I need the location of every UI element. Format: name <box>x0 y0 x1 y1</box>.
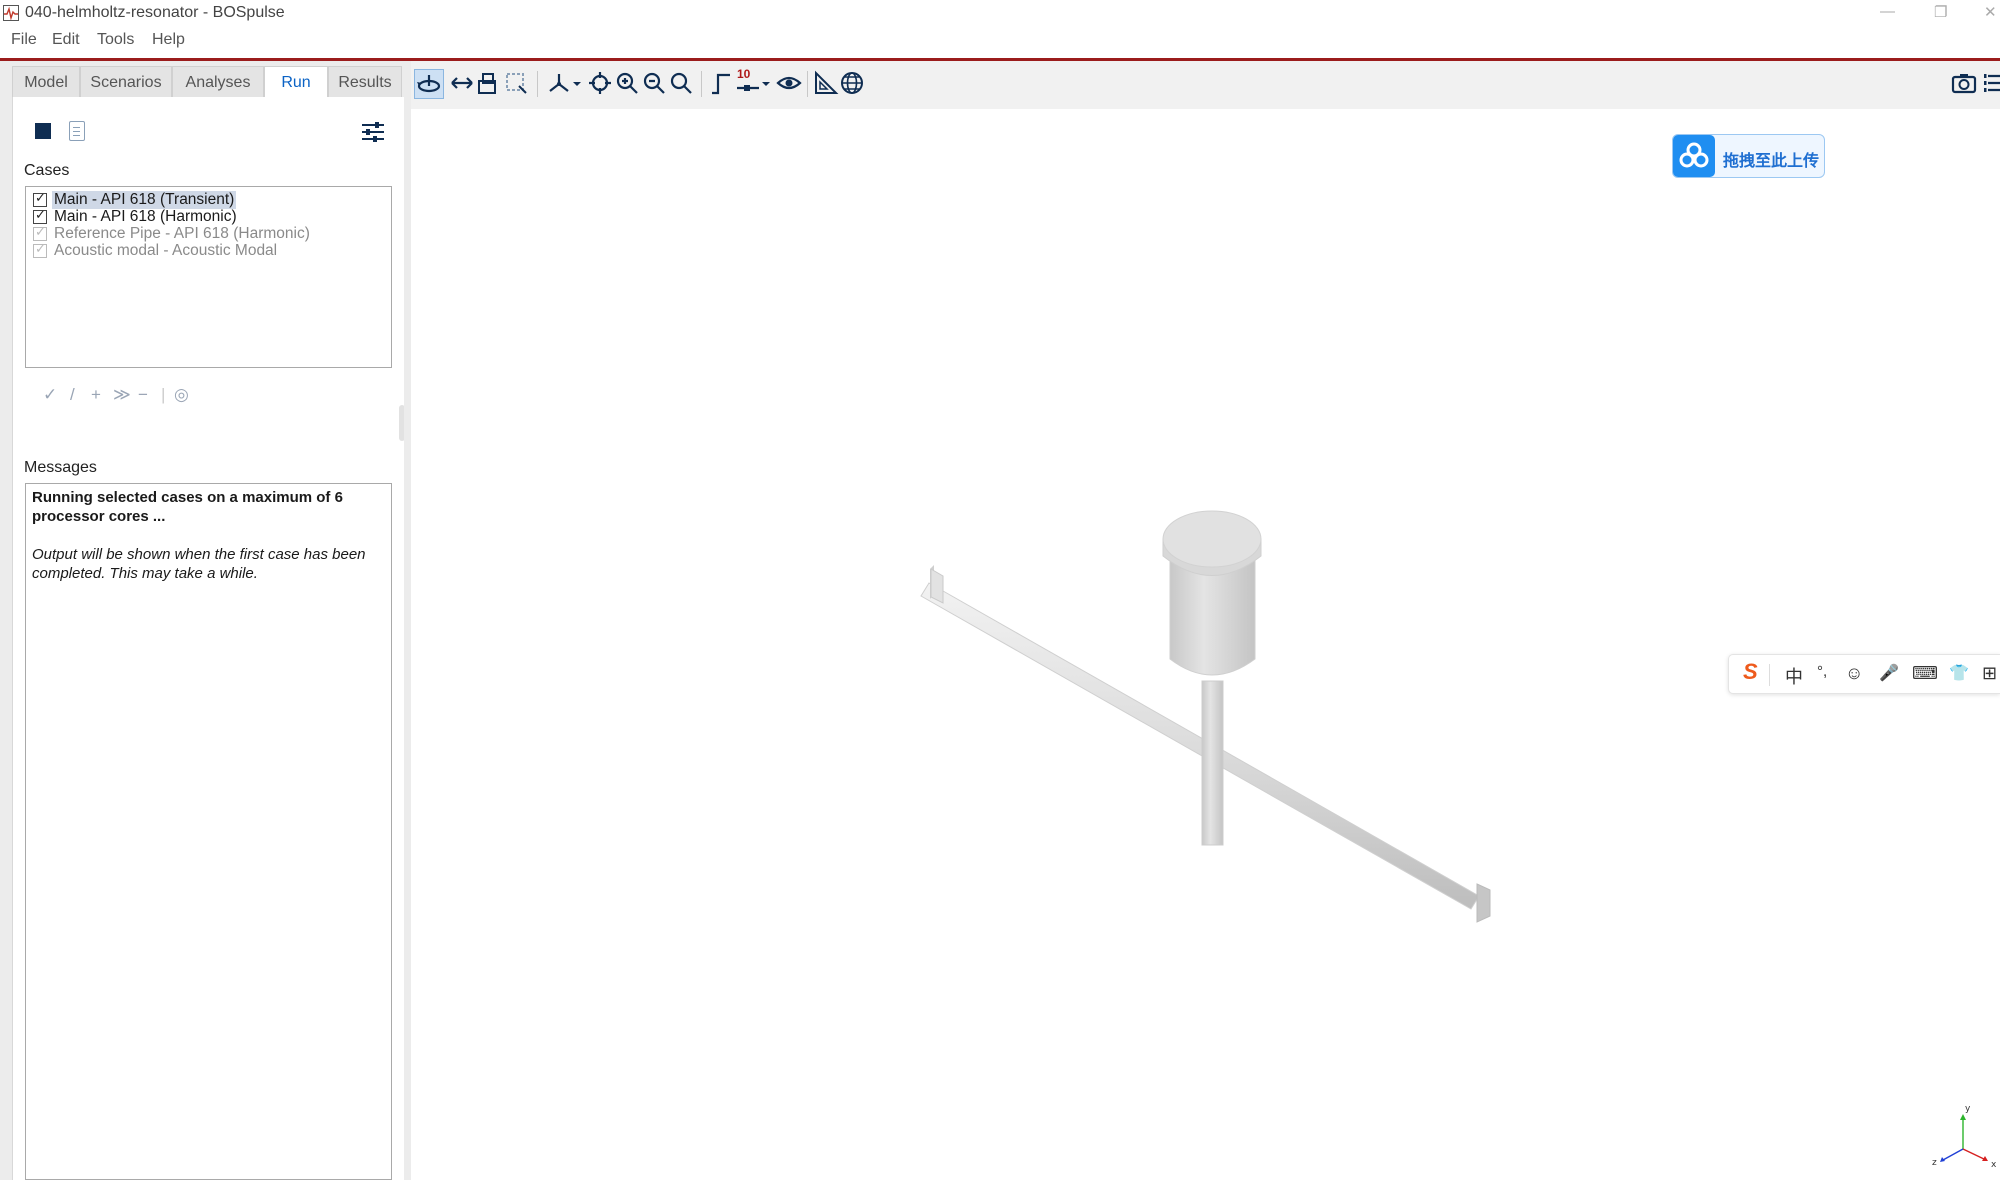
menu-edit[interactable]: Edit <box>52 31 80 49</box>
zoom-search-icon[interactable] <box>667 69 697 99</box>
ime-skin-icon[interactable]: 👕 <box>1949 663 1969 683</box>
ime-separator <box>1769 664 1770 686</box>
log-document-icon[interactable] <box>69 121 85 141</box>
y-axis-label: y <box>1965 1104 1971 1114</box>
window-title: 040-helmholtz-resonator - BOSpulse <box>25 4 285 21</box>
x-axis-label: x <box>1991 1160 1997 1168</box>
rotate-view-icon[interactable] <box>414 69 444 99</box>
cases-list: Main - API 618 (Transient) Main - API 61… <box>25 186 392 368</box>
globe-icon[interactable] <box>838 69 868 99</box>
ime-logo-icon[interactable]: S <box>1743 659 1758 685</box>
ime-emoji-icon[interactable]: ☺ <box>1845 663 1863 684</box>
edit-case-icon[interactable]: / <box>70 385 75 405</box>
menu-bar: File Edit Tools Help <box>0 28 2000 61</box>
tab-results[interactable]: Results <box>328 66 402 97</box>
menu-file[interactable]: File <box>11 31 37 49</box>
tab-bar: Model Scenarios Analyses Run Results <box>12 66 402 97</box>
camera-icon[interactable] <box>1950 69 1980 99</box>
remove-case-icon[interactable]: − <box>138 385 148 405</box>
pan-icon[interactable] <box>448 69 478 99</box>
restore-button[interactable]: ❐ <box>1934 3 1947 21</box>
pipe-model <box>920 510 1491 923</box>
case-checkbox[interactable] <box>33 207 47 224</box>
zoom-out-icon[interactable] <box>640 69 670 99</box>
toolbar-separator <box>701 71 702 97</box>
ime-keyboard-icon[interactable]: ⌨ <box>1912 663 1938 684</box>
tab-scenarios[interactable]: Scenarios <box>80 66 172 97</box>
message-note: Output will be shown when the first case… <box>32 546 366 582</box>
case-checkbox[interactable] <box>33 241 47 258</box>
cases-label: Cases <box>24 162 70 179</box>
settings-sliders-icon[interactable] <box>361 121 385 143</box>
axis-dropdown-icon[interactable] <box>571 69 583 99</box>
messages-panel: Running selected cases on a maximum of 6… <box>25 483 392 1180</box>
tab-analyses[interactable]: Analyses <box>172 66 264 97</box>
case-label: Main - API 618 (Transient) <box>52 191 237 209</box>
tab-model[interactable]: Model <box>12 66 80 97</box>
check-case-icon[interactable]: ✓ <box>43 385 57 405</box>
grid-dropdown-icon[interactable] <box>760 69 772 99</box>
move-case-icon[interactable]: ≫ <box>113 385 131 405</box>
minimize-button[interactable]: — <box>1880 3 1895 20</box>
stop-button[interactable] <box>35 123 51 139</box>
case-label: Main - API 618 (Harmonic) <box>54 208 237 225</box>
toolbar-separator: | <box>161 385 166 404</box>
cloud-upload-button[interactable]: 拖拽至此上传 <box>1672 134 1825 178</box>
ime-voice-icon[interactable]: 🎤 <box>1879 663 1899 683</box>
add-case-icon[interactable]: + <box>91 385 101 405</box>
title-bar: 040-helmholtz-resonator - BOSpulse — ❐ ✕ <box>0 0 2000 28</box>
left-panel: Model Scenarios Analyses Run Results Cas… <box>0 61 406 1180</box>
ime-toolbox-icon[interactable]: ⊞ <box>1982 663 1997 684</box>
zoom-in-icon[interactable] <box>613 69 643 99</box>
close-button[interactable]: ✕ <box>1984 3 1997 21</box>
case-checkbox[interactable] <box>33 224 47 241</box>
ime-language-toggle[interactable]: 中 <box>1785 663 1803 689</box>
menu-tools[interactable]: Tools <box>97 31 134 49</box>
case-label: Reference Pipe - API 618 (Harmonic) <box>54 225 310 242</box>
axis-triad: y x z <box>1930 1102 2000 1170</box>
fit-view-icon[interactable] <box>475 69 505 99</box>
messages-label: Messages <box>24 459 97 476</box>
view-toolbar: 10 <box>411 61 2000 109</box>
panel-splitter[interactable] <box>404 61 411 1180</box>
grid-count-label: 10 <box>737 67 751 81</box>
center-target-icon[interactable] <box>586 69 616 99</box>
run-panel: Cases Main - API 618 (Transient) Main - … <box>12 97 405 1180</box>
message-status: Running selected cases on a maximum of 6… <box>32 489 343 525</box>
visibility-eye-icon[interactable] <box>775 69 805 99</box>
case-label: Acoustic modal - Acoustic Modal <box>54 242 278 259</box>
model-viewport[interactable]: y x z <box>411 109 2000 1180</box>
measure-icon[interactable] <box>811 69 841 99</box>
toolbar-separator <box>537 71 538 97</box>
toolbar-separator <box>807 71 808 97</box>
snap-corner-icon[interactable] <box>707 69 737 99</box>
upload-label: 拖拽至此上传 <box>1723 153 1820 170</box>
case-checkbox[interactable] <box>33 190 47 207</box>
ime-toolbar: S 中 °, ☺ 🎤 ⌨ 👕 ⊞ <box>1728 654 2000 694</box>
select-box-icon[interactable] <box>502 69 532 99</box>
z-axis-label: z <box>1932 1158 1937 1168</box>
target-case-icon[interactable]: ◎ <box>174 385 189 405</box>
menu-help[interactable]: Help <box>152 31 185 49</box>
ime-punctuation-icon[interactable]: °, <box>1817 663 1827 680</box>
tab-run[interactable]: Run <box>264 66 328 97</box>
app-logo-icon <box>3 5 19 21</box>
cloud-upload-icon <box>1673 135 1715 177</box>
panel-toggle-icon[interactable] <box>1983 69 2000 99</box>
